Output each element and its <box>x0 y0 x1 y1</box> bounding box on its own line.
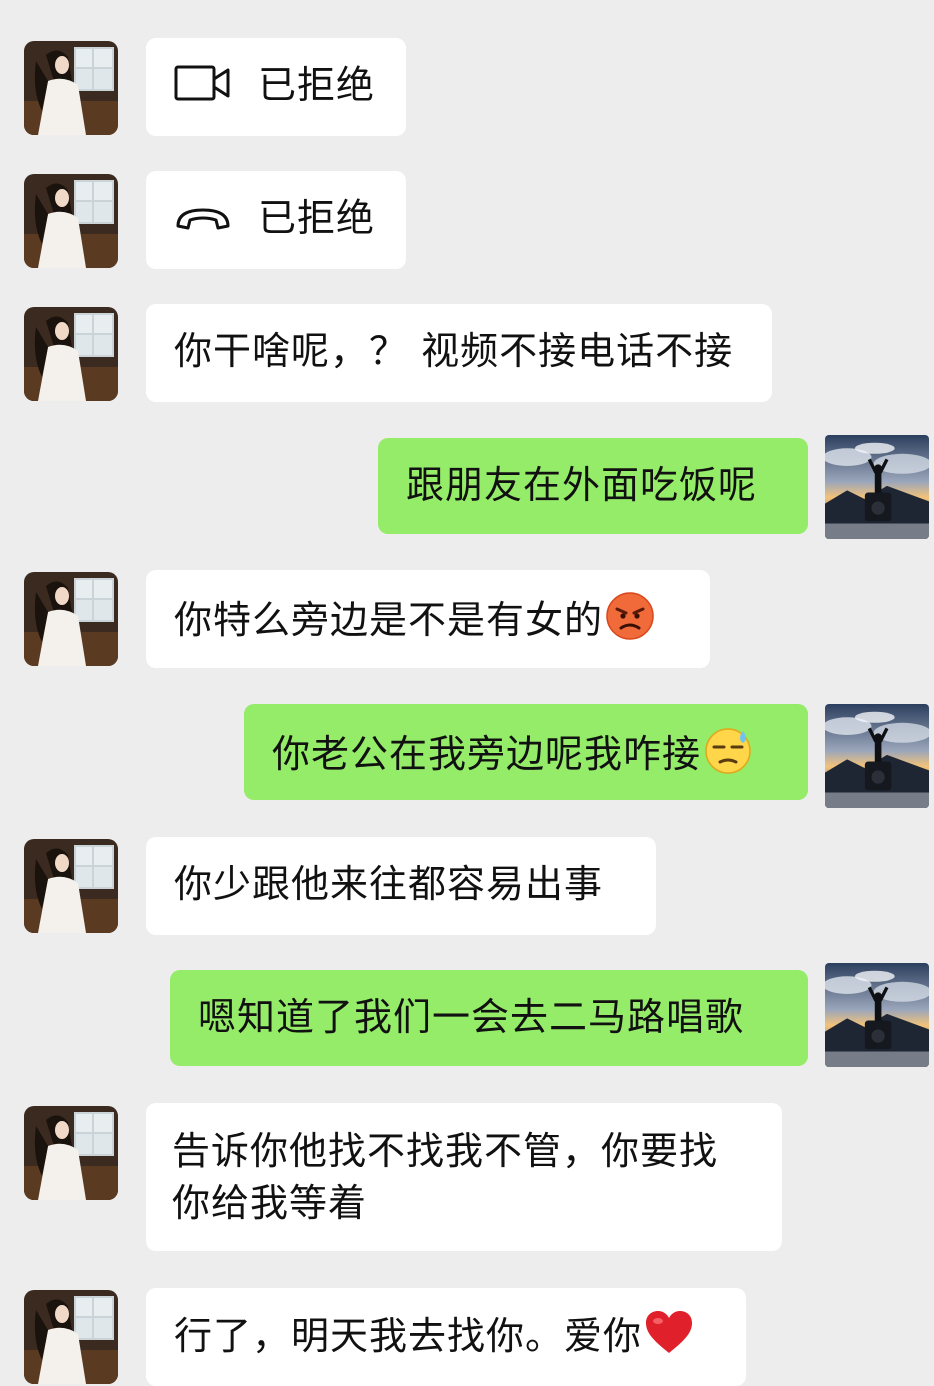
contact-avatar[interactable] <box>24 1290 118 1384</box>
contact-avatar[interactable] <box>24 41 118 135</box>
my-avatar[interactable] <box>825 435 929 539</box>
message-text: 你特么旁边是不是有女的 <box>174 598 604 642</box>
video-camera-icon <box>174 62 232 114</box>
contact-avatar[interactable] <box>24 572 118 666</box>
my-avatar[interactable] <box>825 704 929 808</box>
contact-avatar[interactable] <box>24 1106 118 1200</box>
call-record-bubble[interactable]: 已拒绝 <box>146 171 406 269</box>
contact-avatar[interactable] <box>24 174 118 268</box>
sweat-face-emoji-icon <box>703 725 753 788</box>
contact-avatar[interactable] <box>24 307 118 401</box>
my-avatar[interactable] <box>825 963 929 1067</box>
message-text: 你少跟他来往都容易出事 <box>174 862 604 906</box>
message-text: 嗯知道了我们一会去二马路唱歌 <box>198 995 745 1039</box>
message-bubble[interactable]: 行了，明天我去找你。爱你 <box>146 1288 746 1386</box>
message-text: 你老公在我旁边呢我咋接 <box>272 732 702 776</box>
message-bubble[interactable]: 告诉你他找不找我不管，你要找你给我等着 <box>146 1103 782 1251</box>
message-text: 跟朋友在外面吃饭呢 <box>406 463 758 507</box>
call-status-text: 已拒绝 <box>258 63 376 107</box>
call-status-text: 已拒绝 <box>258 196 376 240</box>
contact-avatar[interactable] <box>24 839 118 933</box>
angry-face-emoji-icon <box>605 591 655 654</box>
message-bubble[interactable]: 你特么旁边是不是有女的 <box>146 570 710 668</box>
message-bubble[interactable]: 嗯知道了我们一会去二马路唱歌 <box>170 970 808 1066</box>
message-text: 告诉你他找不找我不管，你要找你给我等着 <box>172 1129 719 1225</box>
message-bubble[interactable]: 你老公在我旁边呢我咋接 <box>244 704 808 800</box>
message-bubble[interactable]: 跟朋友在外面吃饭呢 <box>378 438 808 534</box>
call-record-bubble[interactable]: 已拒绝 <box>146 38 406 136</box>
red-heart-emoji-icon <box>644 1309 694 1368</box>
message-bubble[interactable]: 你少跟他来往都容易出事 <box>146 837 656 935</box>
message-bubble[interactable]: 你干啥呢，？ 视频不接电话不接 <box>146 304 772 402</box>
phone-hangup-icon <box>174 195 232 247</box>
message-text: 行了，明天我去找你。爱你 <box>174 1314 643 1358</box>
message-text: 你干啥呢，？ 视频不接电话不接 <box>174 329 734 373</box>
